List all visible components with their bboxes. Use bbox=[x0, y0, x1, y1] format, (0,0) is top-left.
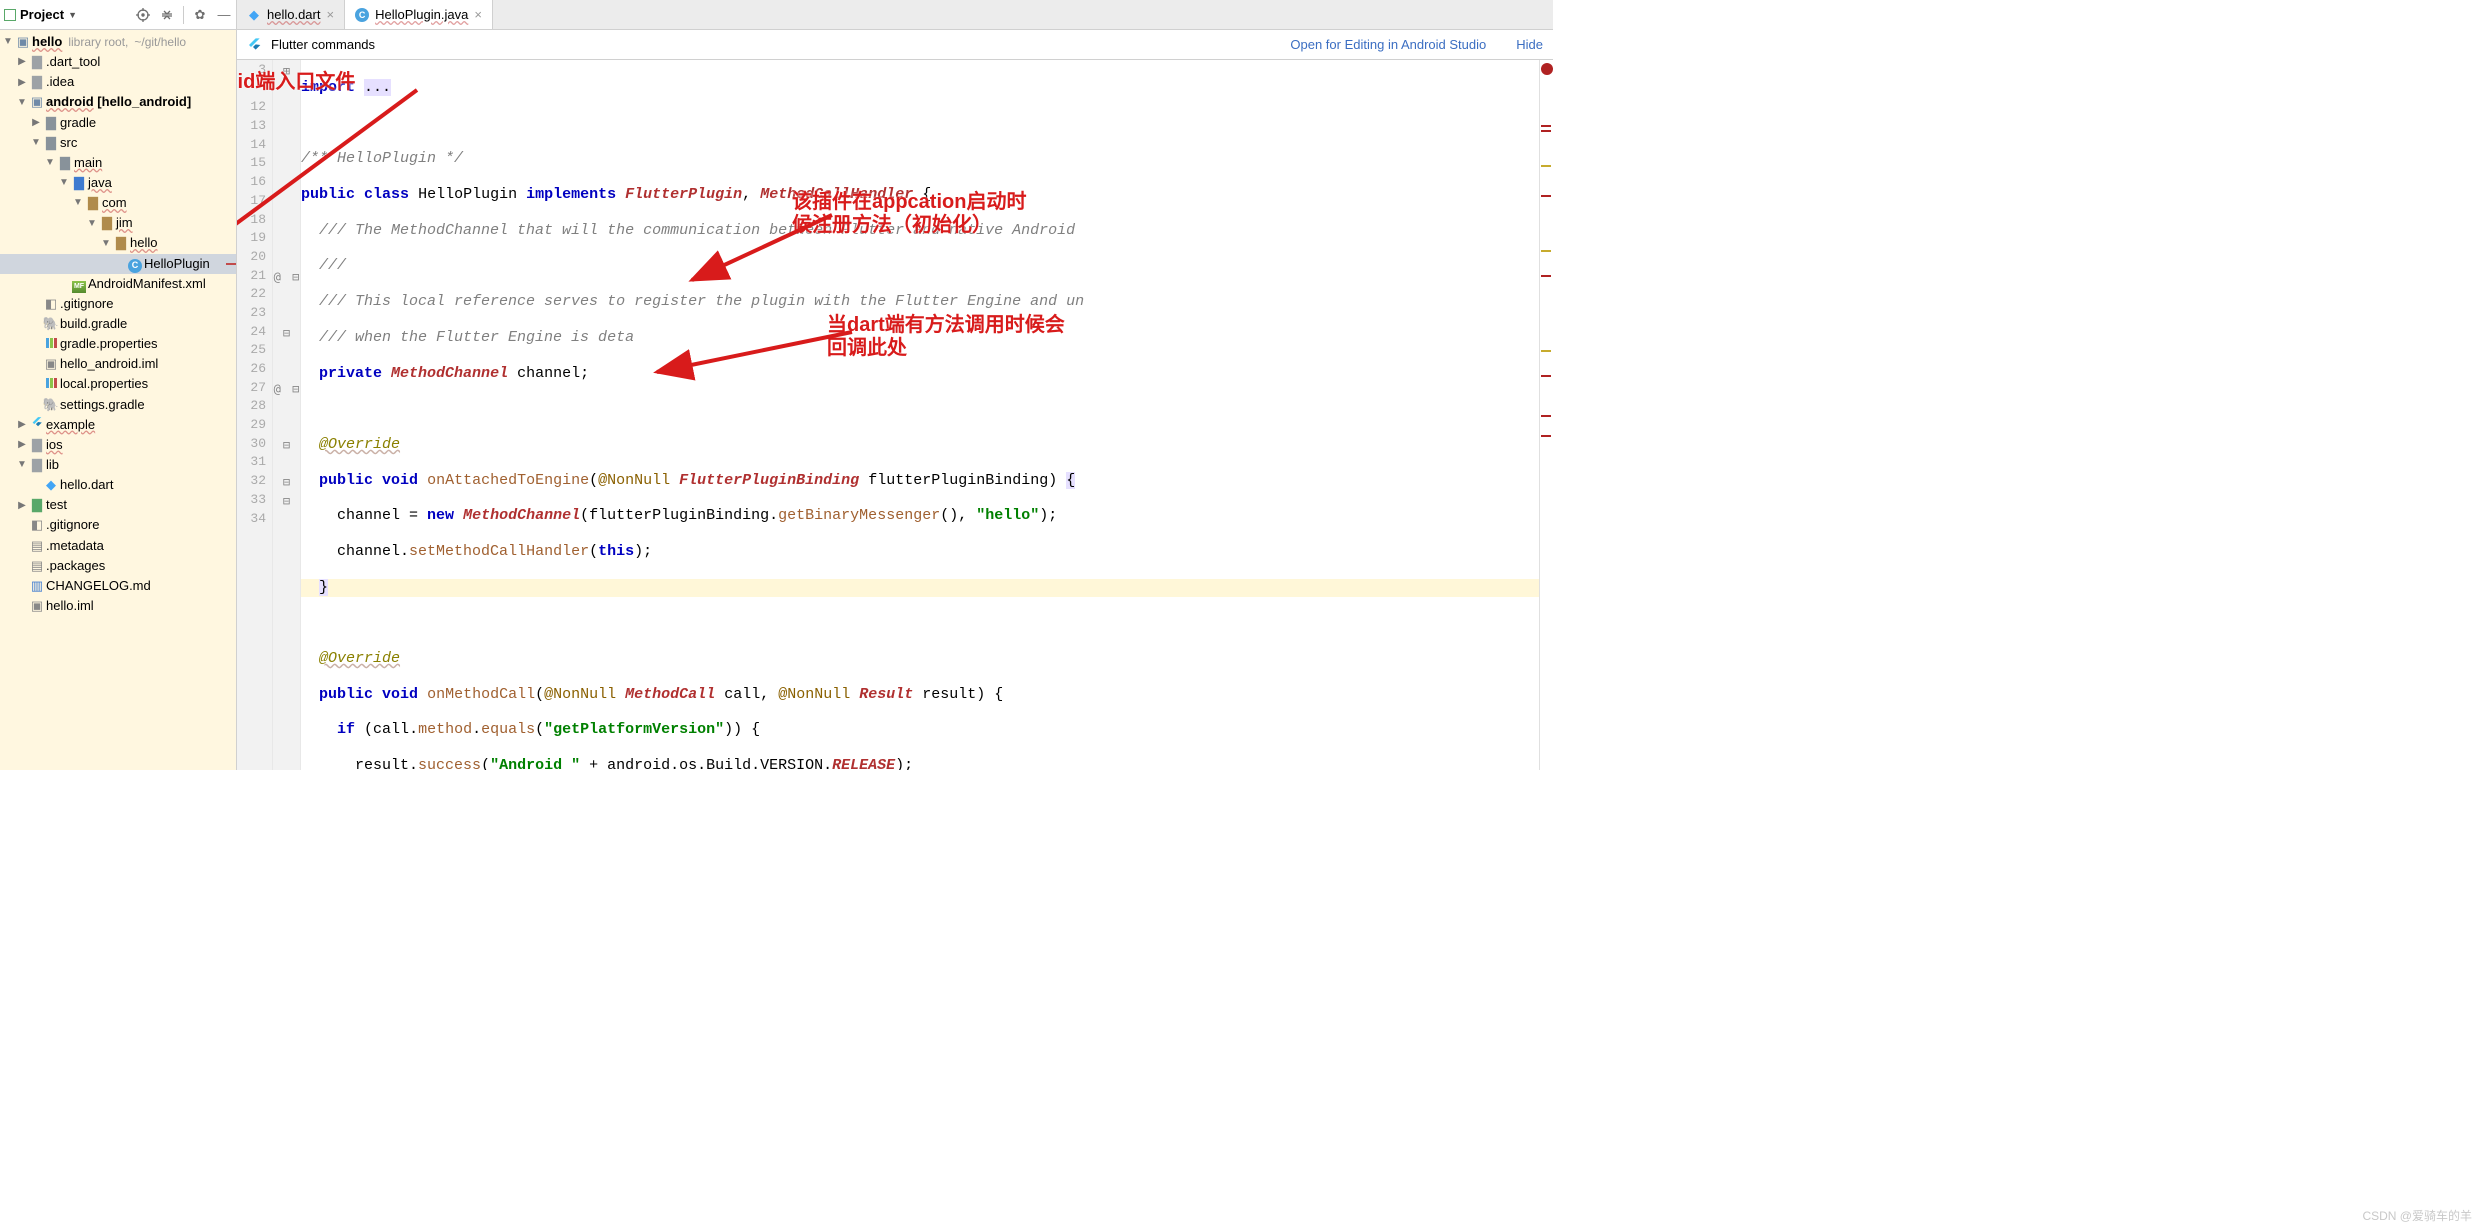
chevron-down-icon: ▼ bbox=[68, 10, 77, 20]
editor-pane: ◆ hello.dart × C HelloPlugin.java × Flut… bbox=[237, 0, 1553, 770]
tree-test[interactable]: ▶▇test bbox=[0, 495, 236, 515]
tree-hello-pkg[interactable]: ▼▇hello bbox=[0, 233, 236, 253]
tree-gradle-props[interactable]: gradle.properties bbox=[0, 334, 236, 354]
tab-hello-plugin[interactable]: C HelloPlugin.java × bbox=[345, 0, 493, 29]
project-icon bbox=[4, 9, 16, 21]
project-title: Project bbox=[20, 7, 64, 22]
dart-icon: ◆ bbox=[247, 8, 261, 22]
main-split: Project ▼ ✿ — ▼▣hellolibrary root,~/git/… bbox=[0, 0, 1553, 770]
open-android-studio-link[interactable]: Open for Editing in Android Studio bbox=[1290, 37, 1486, 52]
tree-jim[interactable]: ▼▇jim bbox=[0, 213, 236, 233]
locate-icon[interactable] bbox=[135, 7, 151, 23]
tree-settings-gradle[interactable]: 🐘settings.gradle bbox=[0, 395, 236, 415]
code-content[interactable]: import ... /** HelloPlugin */ public cla… bbox=[301, 60, 1539, 770]
project-tree[interactable]: ▼▣hellolibrary root,~/git/hello ▶▇.dart_… bbox=[0, 30, 236, 770]
gear-icon[interactable]: ✿ bbox=[192, 7, 208, 23]
project-sidebar: Project ▼ ✿ — ▼▣hellolibrary root,~/git/… bbox=[0, 0, 237, 770]
toolbar-sep bbox=[183, 6, 184, 24]
tree-gitignore[interactable]: ◧.gitignore bbox=[0, 294, 236, 314]
tree-hello-dart[interactable]: ◆hello.dart bbox=[0, 475, 236, 495]
fold-icon[interactable]: ⊟ bbox=[292, 270, 299, 284]
tree-gitignore2[interactable]: ◧.gitignore bbox=[0, 515, 236, 535]
tree-manifest[interactable]: MFAndroidManifest.xml bbox=[0, 274, 236, 294]
close-icon[interactable]: × bbox=[474, 7, 482, 22]
fold-end-icon[interactable]: ⊟ bbox=[283, 494, 290, 508]
watermark: CSDN @爱骑车的羊 bbox=[2362, 1207, 2472, 1224]
ide-root: Project ▼ ✿ — ▼▣hellolibrary root,~/git/… bbox=[0, 0, 1553, 770]
hide-link[interactable]: Hide bbox=[1516, 37, 1543, 52]
tree-idea[interactable]: ▶▇.idea bbox=[0, 72, 236, 92]
flutter-icon bbox=[247, 37, 263, 53]
banner-title: Flutter commands bbox=[271, 37, 375, 52]
tree-build-gradle[interactable]: 🐘build.gradle bbox=[0, 314, 236, 334]
class-icon: C bbox=[128, 259, 142, 273]
props-icon bbox=[42, 334, 60, 354]
props-icon bbox=[42, 374, 60, 394]
collapse-icon[interactable] bbox=[159, 7, 175, 23]
tree-root[interactable]: ▼▣hellolibrary root,~/git/hello bbox=[0, 32, 236, 52]
override-icon[interactable]: @ bbox=[274, 382, 281, 396]
dart-icon: ◆ bbox=[42, 475, 60, 495]
tree-packages[interactable]: ▤.packages bbox=[0, 556, 236, 576]
iml-icon: ▣ bbox=[42, 354, 60, 374]
project-selector[interactable]: Project ▼ bbox=[4, 7, 77, 22]
tree-example[interactable]: ▶example bbox=[0, 415, 236, 435]
fold-expand-icon[interactable]: ⊞ bbox=[283, 64, 290, 78]
sidebar-toolbar: Project ▼ ✿ — bbox=[0, 0, 236, 30]
fold-end-icon[interactable]: ⊟ bbox=[283, 326, 290, 340]
minimize-icon[interactable]: — bbox=[216, 7, 232, 23]
md-icon: ▥ bbox=[28, 576, 46, 596]
code-area: 3121314151617181920212223242526272829303… bbox=[237, 60, 1553, 770]
tree-lib[interactable]: ▼▇lib bbox=[0, 455, 236, 475]
test-folder-icon: ▇ bbox=[28, 495, 46, 515]
tree-dart-tool[interactable]: ▶▇.dart_tool bbox=[0, 52, 236, 72]
file-icon: ◧ bbox=[42, 294, 60, 314]
flutter-icon bbox=[28, 415, 46, 435]
override-icon[interactable]: @ bbox=[274, 270, 281, 284]
tree-java[interactable]: ▼▇java bbox=[0, 173, 236, 193]
tree-com[interactable]: ▼▇com bbox=[0, 193, 236, 213]
gradle-icon: 🐘 bbox=[42, 314, 60, 334]
iml-icon: ▣ bbox=[28, 596, 46, 616]
tree-local-props[interactable]: local.properties bbox=[0, 374, 236, 394]
file-icon: ▤ bbox=[28, 556, 46, 576]
gradle-icon: 🐘 bbox=[42, 395, 60, 415]
tree-android-iml[interactable]: ▣hello_android.iml bbox=[0, 354, 236, 374]
manifest-icon: MF bbox=[72, 281, 86, 293]
fold-icon[interactable]: ⊟ bbox=[292, 382, 299, 396]
tree-hello-plugin[interactable]: CHelloPlugin bbox=[0, 254, 236, 274]
editor-scrollbar[interactable] bbox=[1539, 60, 1553, 770]
tree-hello-iml[interactable]: ▣hello.iml bbox=[0, 596, 236, 616]
tab-label: HelloPlugin.java bbox=[375, 7, 468, 22]
editor-tabs: ◆ hello.dart × C HelloPlugin.java × bbox=[237, 0, 1553, 30]
close-icon[interactable]: × bbox=[326, 7, 334, 22]
tree-src[interactable]: ▼▇src bbox=[0, 133, 236, 153]
file-icon: ▤ bbox=[28, 536, 46, 556]
flutter-banner: Flutter commands Open for Editing in And… bbox=[237, 30, 1553, 60]
fold-end-icon[interactable]: ⊟ bbox=[283, 438, 290, 452]
tree-main[interactable]: ▼▇main bbox=[0, 153, 236, 173]
tree-ios[interactable]: ▶▇ios bbox=[0, 435, 236, 455]
tab-label: hello.dart bbox=[267, 7, 320, 22]
tree-metadata[interactable]: ▤.metadata bbox=[0, 536, 236, 556]
class-icon: C bbox=[355, 8, 369, 22]
icon-gutter: ⊞ @ ⊟ ⊟ @ ⊟ ⊟ ⊟ ⊟ bbox=[273, 60, 301, 770]
tree-changelog[interactable]: ▥CHANGELOG.md bbox=[0, 576, 236, 596]
fold-end-icon[interactable]: ⊟ bbox=[283, 475, 290, 489]
tree-gradle[interactable]: ▶▇gradle bbox=[0, 113, 236, 133]
file-icon: ◧ bbox=[28, 515, 46, 535]
error-indicator-icon[interactable] bbox=[1541, 63, 1553, 75]
line-number-gutter: 3121314151617181920212223242526272829303… bbox=[237, 60, 273, 770]
tree-android[interactable]: ▼▣android [hello_android] bbox=[0, 92, 236, 112]
tab-hello-dart[interactable]: ◆ hello.dart × bbox=[237, 0, 345, 29]
